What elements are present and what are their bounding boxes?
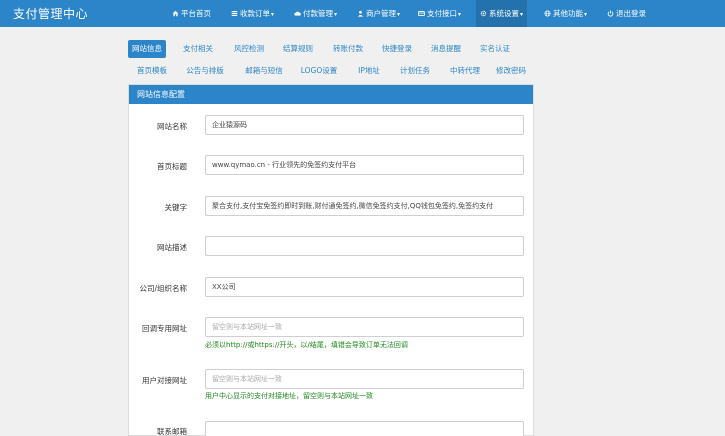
tab-cron[interactable]: 计划任务 xyxy=(394,62,436,80)
tab-verification[interactable]: 实名认证 xyxy=(476,40,514,58)
tab-home-template[interactable]: 首页模板 xyxy=(132,62,172,80)
nav-pay-interface-label: 支付接口 xyxy=(427,9,457,18)
tab-logo[interactable]: LOGO设置 xyxy=(296,62,342,80)
contact-email-input[interactable] xyxy=(205,421,524,436)
nav-orders-label: 收款订单 xyxy=(240,9,270,18)
nav-merchants[interactable]: 商户管理▾ xyxy=(357,0,400,27)
nav-system-settings[interactable]: 系统设置▾ xyxy=(476,0,528,27)
globe-icon xyxy=(544,10,551,17)
nav-orders[interactable]: 收款订单▾ xyxy=(231,0,274,27)
chevron-down-icon: ▾ xyxy=(458,11,462,18)
site-name-input[interactable]: 企业猿源码 xyxy=(205,115,524,135)
chevron-down-icon: ▾ xyxy=(397,11,401,18)
callback-url-input[interactable]: 留空则与本站网址一致 xyxy=(205,317,524,337)
user-api-url-help: 用户中心显示的支付对接地址，留空则与本站网址一致 xyxy=(205,392,373,400)
tab-risk-control[interactable]: 风控检测 xyxy=(230,40,268,58)
user-icon xyxy=(357,10,364,17)
description-input[interactable] xyxy=(205,236,524,256)
nav-merchants-label: 商户管理 xyxy=(366,9,396,18)
gear-icon xyxy=(480,10,487,17)
tab-transfer[interactable]: 转账付款 xyxy=(329,40,367,58)
nav-logout-label: 退出登录 xyxy=(616,9,646,18)
field-label-contact-email: 联系邮箱 xyxy=(157,427,187,436)
site-info-panel: 网站信息配置 网站名称 企业猿源码 首页标题 www.qymao.cn - 行业… xyxy=(128,84,534,436)
user-api-url-input[interactable]: 留空则与本站网址一致 xyxy=(205,369,524,389)
keywords-input[interactable]: 聚合支付,支付宝免签约即时到账,财付通免签约,微信免签约支付,QQ钱包免签约,免… xyxy=(205,196,524,216)
tab-change-password[interactable]: 修改密码 xyxy=(490,62,532,80)
field-label-home-title: 首页标题 xyxy=(157,162,187,171)
tab-quick-login[interactable]: 快捷登录 xyxy=(378,40,416,58)
list-icon xyxy=(231,11,238,16)
tab-payment[interactable]: 支付相关 xyxy=(179,40,217,58)
field-label-site-name: 网站名称 xyxy=(157,122,187,131)
panel-title: 网站信息配置 xyxy=(129,85,533,104)
field-label-callback-url: 回调专用网址 xyxy=(142,324,187,333)
power-icon xyxy=(607,10,614,17)
nav-pay-interface[interactable]: 支付接口▾ xyxy=(418,0,461,27)
field-label-company: 公司/组织名称 xyxy=(139,284,187,293)
chevron-down-icon: ▾ xyxy=(520,11,524,18)
card-icon xyxy=(418,10,425,17)
nav-home-label: 平台首页 xyxy=(181,9,211,18)
field-label-user-api-url: 用户对接网址 xyxy=(142,376,187,385)
nav-other-functions-label: 其他功能 xyxy=(553,9,583,18)
chevron-down-icon: ▾ xyxy=(271,11,275,18)
tab-ip[interactable]: IP地址 xyxy=(351,62,387,80)
nav-home[interactable]: 平台首页 xyxy=(172,0,211,27)
nav-system-settings-label: 系统设置 xyxy=(489,9,519,18)
nav-payouts[interactable]: 付款管理▾ xyxy=(294,0,337,27)
nav-other-functions[interactable]: 其他功能▾ xyxy=(544,0,587,27)
tab-email-sms[interactable]: 邮箱与短信 xyxy=(240,62,288,80)
home-title-input[interactable]: www.qymao.cn - 行业领先的免签约支付平台 xyxy=(205,155,524,175)
cloud-icon xyxy=(294,11,301,16)
chevron-down-icon: ▾ xyxy=(584,11,588,18)
top-navbar: 支付管理中心 平台首页 收款订单▾ 付款管理▾ 商户管理▾ 支付接口▾ 系统设置… xyxy=(0,0,725,27)
company-input[interactable]: XX公司 xyxy=(205,277,524,297)
tab-settlement[interactable]: 结算规则 xyxy=(279,40,317,58)
nav-logout[interactable]: 退出登录 xyxy=(607,0,646,27)
brand-title[interactable]: 支付管理中心 xyxy=(13,5,88,22)
field-label-description: 网站描述 xyxy=(157,243,187,252)
home-icon xyxy=(172,10,179,17)
tab-announcement[interactable]: 公告与排版 xyxy=(181,62,229,80)
tab-site-info[interactable]: 网站信息 xyxy=(128,40,166,58)
tab-notifications[interactable]: 消息提醒 xyxy=(427,40,465,58)
field-label-keywords: 关键字 xyxy=(164,203,188,212)
tab-proxy[interactable]: 中转代理 xyxy=(444,62,486,80)
chevron-down-icon: ▾ xyxy=(334,11,338,18)
callback-url-help: 必须以http://或https://开头，以/结尾，填错会导致订单无法回调 xyxy=(205,341,408,349)
nav-payouts-label: 付款管理 xyxy=(303,9,333,18)
